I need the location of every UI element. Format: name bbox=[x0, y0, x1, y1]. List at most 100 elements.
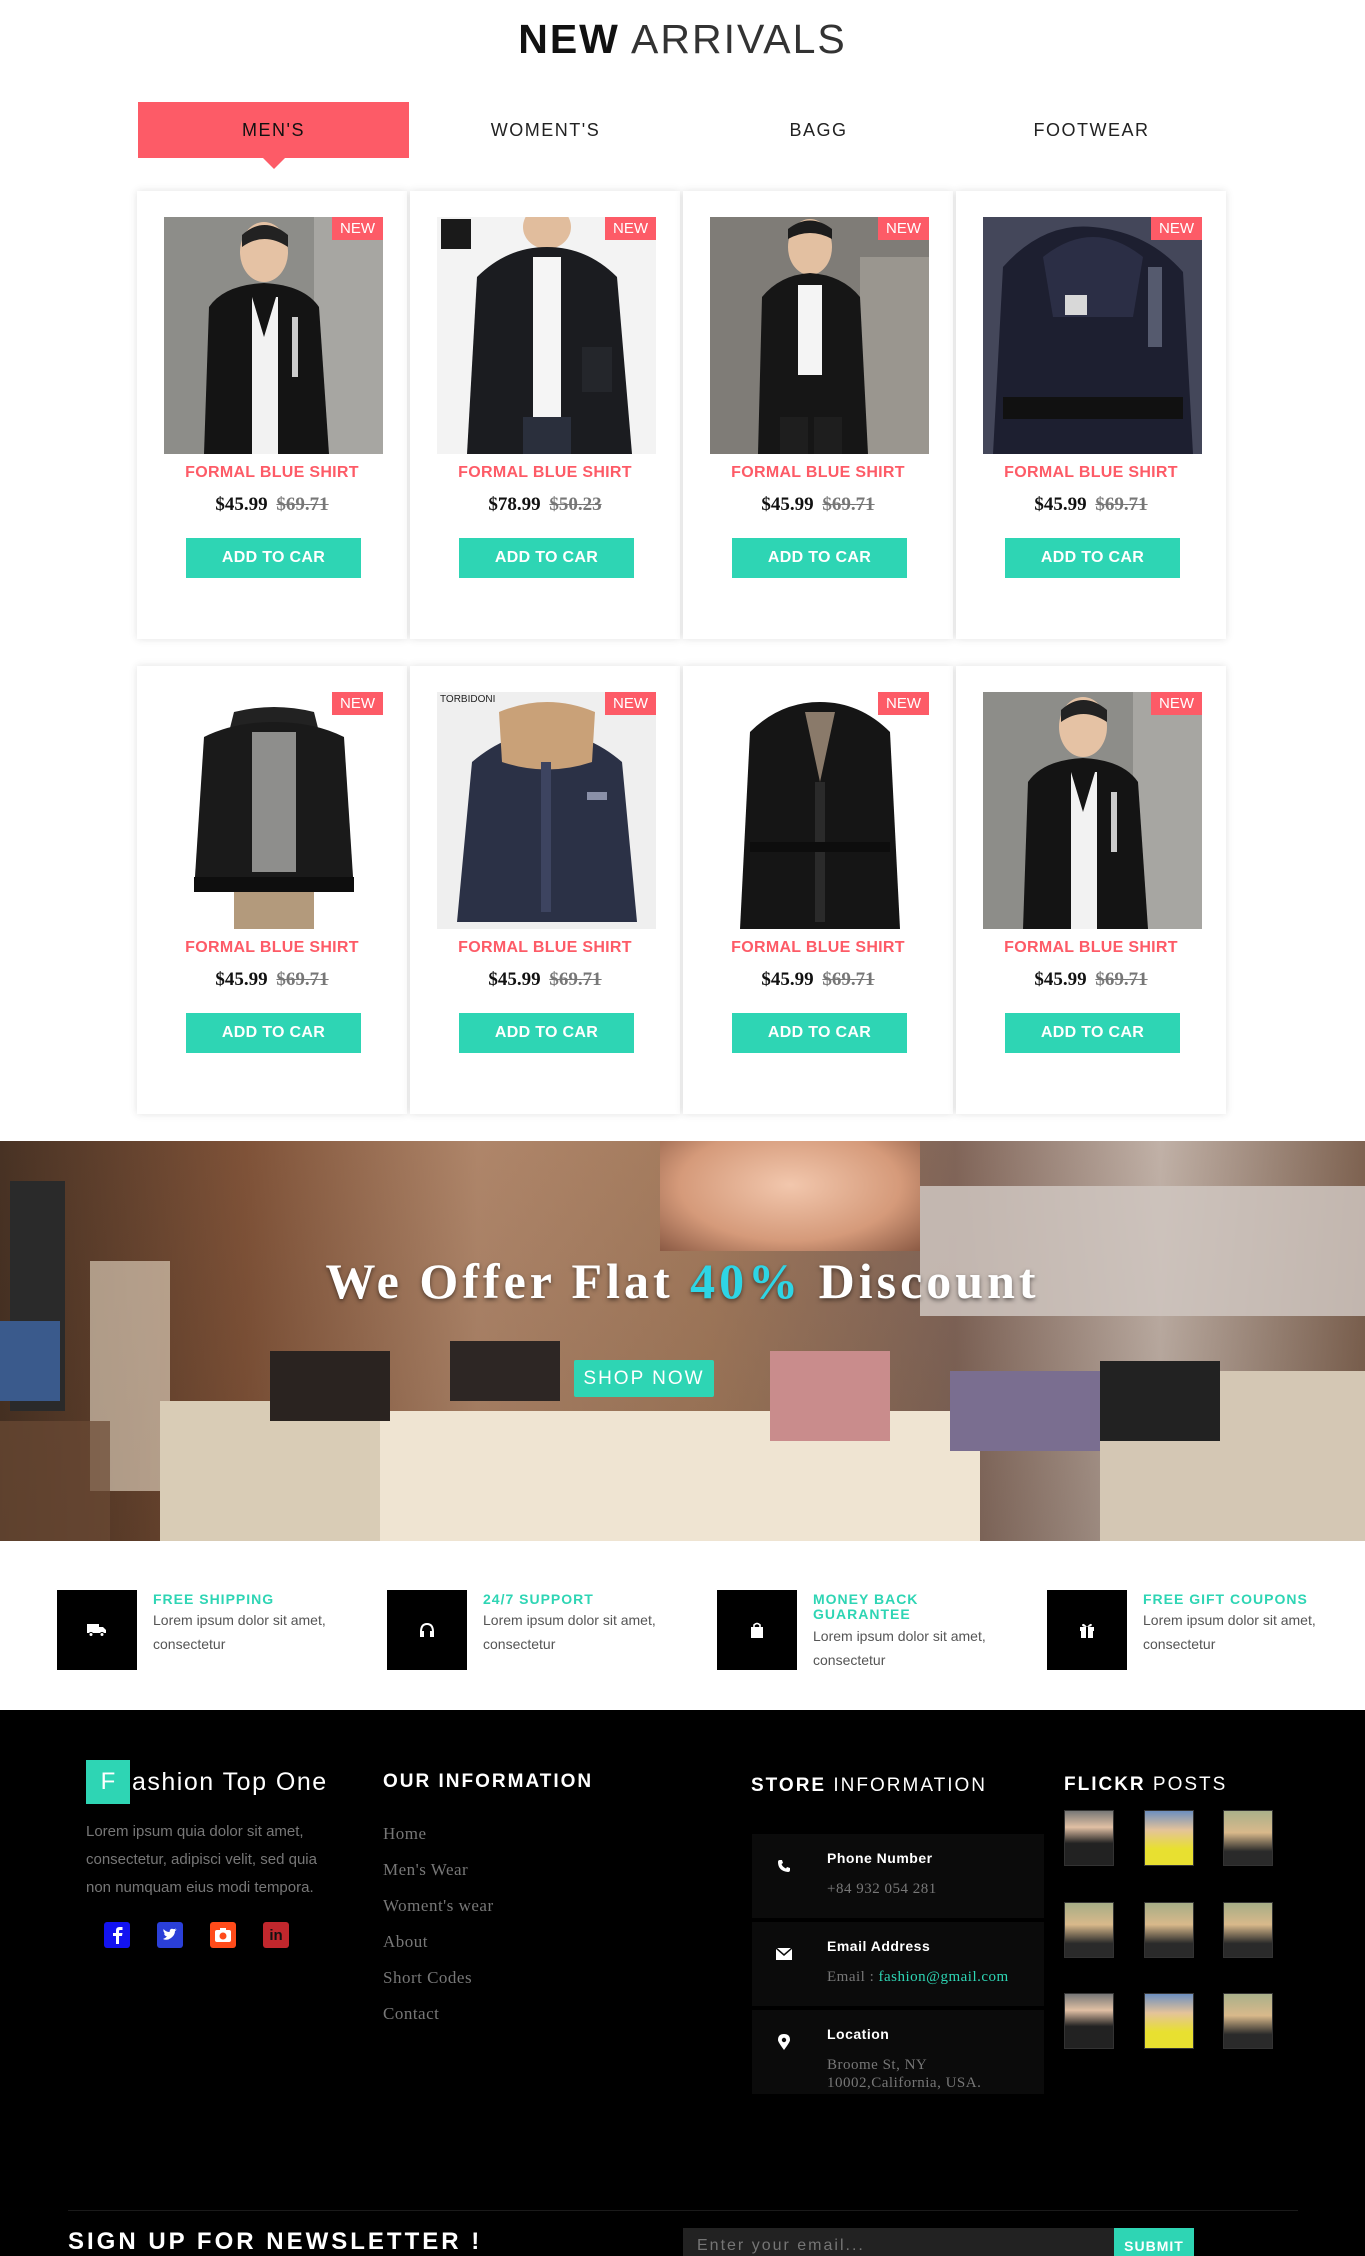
phone-number[interactable]: +84 932 054 281 bbox=[827, 1880, 937, 1898]
footer-link-short-codes[interactable]: Short Codes bbox=[383, 1966, 494, 2002]
newsletter-submit-button[interactable]: SUBMIT bbox=[1114, 2228, 1194, 2256]
add-to-cart-button[interactable]: ADD TO CAR bbox=[186, 1013, 361, 1053]
banner-black-bag bbox=[1100, 1361, 1220, 1441]
current-price: $78.99 bbox=[488, 494, 541, 515]
email-prefix: Email : bbox=[827, 1969, 879, 1985]
current-price: $45.99 bbox=[761, 494, 814, 515]
product-name[interactable]: FORMAL BLUE SHIRT bbox=[137, 939, 407, 957]
product-name[interactable]: FORMAL BLUE SHIRT bbox=[410, 939, 680, 957]
flickr-thumb[interactable] bbox=[1144, 1810, 1194, 1866]
feature-desc: Lorem ipsum dolor sit amet, consectetur bbox=[1143, 1612, 1316, 1652]
flickr-thumb[interactable] bbox=[1223, 1902, 1273, 1958]
current-price: $45.99 bbox=[215, 494, 268, 515]
footer-link-home[interactable]: Home bbox=[383, 1822, 494, 1858]
tab-mens[interactable]: MEN'S bbox=[138, 102, 409, 169]
flickr-thumb[interactable] bbox=[1144, 1993, 1194, 2049]
footer-logo[interactable]: F ashion Top One bbox=[86, 1760, 328, 1804]
section-title-bold: NEW bbox=[518, 16, 620, 62]
tab-bags[interactable]: BAGG bbox=[682, 102, 955, 158]
add-to-cart-button[interactable]: ADD TO CAR bbox=[1005, 1013, 1180, 1053]
tab-womens[interactable]: WOMENT'S bbox=[409, 102, 682, 158]
feature-title: 24/7 SUPPORT bbox=[483, 1591, 594, 1607]
product-price: $45.99 $69.71 bbox=[410, 969, 680, 991]
social-links: in bbox=[104, 1922, 316, 1948]
product-price: $45.99 $69.71 bbox=[137, 494, 407, 516]
product-card[interactable]: NEW FORMAL BLUE SHIRT $45.99 $69.71 ADD … bbox=[137, 666, 407, 1114]
product-name[interactable]: FORMAL BLUE SHIRT bbox=[683, 939, 953, 957]
add-to-cart-button[interactable]: ADD TO CAR bbox=[1005, 538, 1180, 578]
product-price: $45.99 $69.71 bbox=[956, 494, 1226, 516]
shop-now-button[interactable]: SHOP NOW bbox=[574, 1360, 714, 1397]
product-name[interactable]: FORMAL BLUE SHIRT bbox=[956, 464, 1226, 482]
add-to-cart-button[interactable]: ADD TO CAR bbox=[732, 1013, 907, 1053]
product-image[interactable] bbox=[437, 217, 656, 454]
product-image[interactable] bbox=[710, 217, 929, 454]
flickr-thumb[interactable] bbox=[1144, 1902, 1194, 1958]
flickr-heading: FLICKR POSTS bbox=[1064, 1774, 1227, 1796]
product-name[interactable]: FORMAL BLUE SHIRT bbox=[956, 939, 1226, 957]
email-line: Email : fashion@gmail.com bbox=[827, 1968, 1009, 1986]
flickr-thumb[interactable] bbox=[1064, 1810, 1114, 1866]
twitter-icon[interactable] bbox=[157, 1922, 183, 1948]
email-link[interactable]: fashion@gmail.com bbox=[879, 1969, 1009, 1985]
headphones-icon bbox=[387, 1590, 467, 1670]
new-badge: NEW bbox=[332, 217, 383, 240]
add-to-cart-button[interactable]: ADD TO CAR bbox=[186, 538, 361, 578]
banner-shopper-jeans bbox=[0, 1321, 60, 1401]
category-tabs: MEN'S WOMENT'S BAGG FOOTWEAR bbox=[138, 102, 1230, 169]
add-to-cart-button[interactable]: ADD TO CAR bbox=[459, 1013, 634, 1053]
product-card[interactable]: NEW FORMAL BLUE SHIRT $45.99 $69.71 ADD … bbox=[683, 191, 953, 639]
product-name[interactable]: FORMAL BLUE SHIRT bbox=[137, 464, 407, 482]
product-card[interactable]: NEW FORMAL BLUE SHIRT $45.99 $69.71 ADD … bbox=[683, 666, 953, 1114]
current-price: $45.99 bbox=[1034, 969, 1087, 990]
new-badge: NEW bbox=[605, 692, 656, 715]
product-card[interactable]: TORBIDONI NEW FORMAL BLUE SHIRT $45.99 $… bbox=[410, 666, 680, 1114]
instagram-icon[interactable] bbox=[210, 1922, 236, 1948]
product-card[interactable]: NEW FORMAL BLUE SHIRT $45.99 $69.71 ADD … bbox=[137, 191, 407, 639]
our-information-heading-rest: INFORMATION bbox=[431, 1771, 594, 1792]
product-image[interactable] bbox=[164, 692, 383, 929]
store-item-title: Location bbox=[827, 2026, 890, 2042]
product-image[interactable] bbox=[164, 217, 383, 454]
footer-link-contact[interactable]: Contact bbox=[383, 2002, 494, 2038]
footer-link-about[interactable]: About bbox=[383, 1930, 494, 1966]
product-name[interactable]: FORMAL BLUE SHIRT bbox=[683, 464, 953, 482]
flickr-thumb[interactable] bbox=[1223, 1993, 1273, 2049]
tab-footwear[interactable]: FOOTWEAR bbox=[955, 102, 1228, 158]
old-price: $69.71 bbox=[822, 494, 875, 515]
flickr-thumb[interactable] bbox=[1064, 1993, 1114, 2049]
old-price: $69.71 bbox=[549, 969, 602, 990]
product-card[interactable]: NEW FORMAL BLUE SHIRT $78.99 $50.23 ADD … bbox=[410, 191, 680, 639]
product-image[interactable] bbox=[710, 692, 929, 929]
new-badge: NEW bbox=[878, 217, 929, 240]
feature-desc: Lorem ipsum dolor sit amet, consectetur bbox=[813, 1628, 986, 1668]
product-card[interactable]: NEW FORMAL BLUE SHIRT $45.99 $69.71 ADD … bbox=[956, 191, 1226, 639]
add-to-cart-button[interactable]: ADD TO CAR bbox=[459, 538, 634, 578]
jacket-image bbox=[437, 217, 656, 454]
old-price: $69.71 bbox=[1095, 969, 1148, 990]
product-image[interactable] bbox=[983, 692, 1202, 929]
footer-about: Lorem ipsum quia dolor sit amet, consect… bbox=[86, 1823, 317, 1896]
flickr-thumb[interactable] bbox=[1064, 1902, 1114, 1958]
product-price: $45.99 $69.71 bbox=[683, 494, 953, 516]
footer-link-mens-wear[interactable]: Men's Wear bbox=[383, 1858, 494, 1894]
current-price: $45.99 bbox=[488, 969, 541, 990]
product-image[interactable] bbox=[983, 217, 1202, 454]
product-card[interactable]: NEW FORMAL BLUE SHIRT $45.99 $69.71 ADD … bbox=[956, 666, 1226, 1114]
product-price: $45.99 $69.71 bbox=[956, 969, 1226, 991]
old-price: $69.71 bbox=[276, 494, 329, 515]
logo-text: ashion Top One bbox=[132, 1767, 328, 1796]
linkedin-icon[interactable]: in bbox=[263, 1922, 289, 1948]
footer-link-womens-wear[interactable]: Woment's wear bbox=[383, 1894, 494, 1930]
linkedin-glyph: in bbox=[269, 1926, 283, 1944]
old-price: $69.71 bbox=[1095, 494, 1148, 515]
features-row: FREE SHIPPING Lorem ipsum dolor sit amet… bbox=[57, 1590, 1337, 1672]
section-title-light: ARRIVALS bbox=[631, 16, 847, 62]
feature-desc: Lorem ipsum dolor sit amet, consectetur bbox=[483, 1612, 656, 1652]
facebook-icon[interactable] bbox=[104, 1922, 130, 1948]
newsletter-email-input[interactable] bbox=[683, 2228, 1114, 2256]
add-to-cart-button[interactable]: ADD TO CAR bbox=[732, 538, 907, 578]
product-name[interactable]: FORMAL BLUE SHIRT bbox=[410, 464, 680, 482]
flickr-thumb[interactable] bbox=[1223, 1810, 1273, 1866]
product-image[interactable]: TORBIDONI bbox=[437, 692, 656, 929]
